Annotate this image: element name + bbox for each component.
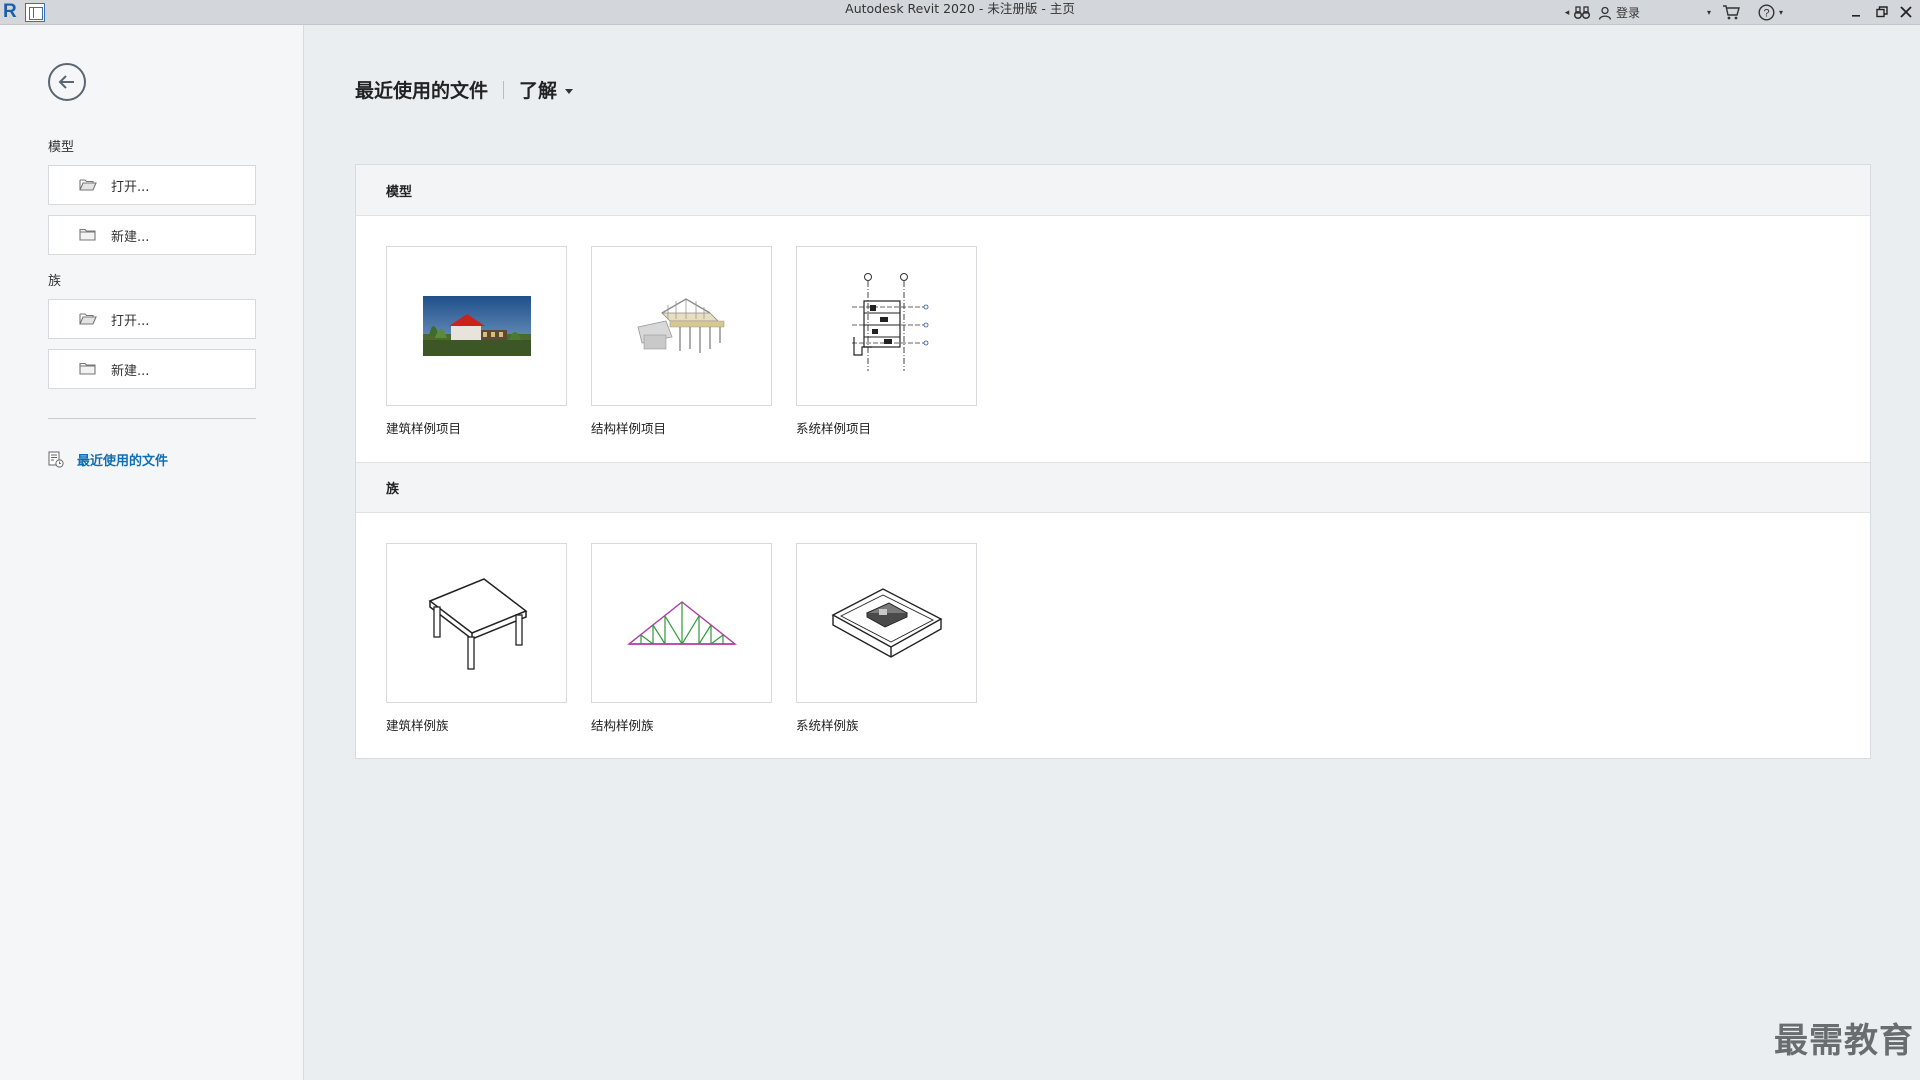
structure-sample-project[interactable]: 结构样例项目: [591, 246, 772, 437]
model-section-label: 模型: [48, 140, 75, 155]
new-folder-icon: [79, 362, 99, 376]
watermark-logo: 最需教育: [1774, 1021, 1914, 1061]
help-icon[interactable]: ?: [1758, 4, 1775, 21]
learn-tab[interactable]: 了解: [519, 76, 574, 103]
architecture-render-thumbnail: [386, 246, 567, 406]
user-icon[interactable]: [1596, 6, 1614, 20]
header-separator: [503, 80, 505, 99]
model-open-button[interactable]: 打开...: [48, 165, 256, 205]
system-sample-project[interactable]: 系统样例项目: [796, 246, 977, 437]
family-new-button[interactable]: 新建...: [48, 349, 256, 389]
family-new-label: 新建...: [111, 363, 150, 379]
sidebar: 模型 打开... 新建... 族 打开... 新建... 最近使用的文件: [0, 25, 304, 1080]
new-folder-icon: [79, 228, 99, 242]
titlebar-tools: ◂ 登录: [1562, 0, 1640, 25]
models-section-header: 模型: [356, 165, 1870, 216]
model-new-button[interactable]: 新建...: [48, 215, 256, 255]
truss-family-thumbnail: [591, 543, 772, 703]
card-label: 系统样例项目: [796, 421, 872, 436]
minimize-icon[interactable]: [1846, 2, 1866, 22]
structure-sample-family[interactable]: 结构样例族: [591, 543, 772, 734]
chevron-down-icon: [565, 89, 574, 94]
help-dropdown-icon[interactable]: ▾: [1779, 8, 1783, 17]
back-button[interactable]: [48, 63, 86, 101]
families-section-header: 族: [356, 462, 1870, 513]
recent-files-link[interactable]: 最近使用的文件: [48, 450, 168, 469]
open-folder-icon: [79, 178, 99, 192]
mep-system-thumbnail: [796, 246, 977, 406]
learn-tab-label: 了解: [519, 80, 558, 102]
binoculars-icon[interactable]: [1572, 5, 1592, 20]
close-icon[interactable]: [1896, 2, 1916, 22]
recent-files-panel: 模型 建筑样例项目 结构样例项目 系统样例项目 族 建筑样例族 结构样例族 系统…: [355, 164, 1871, 759]
collapse-left-icon[interactable]: ◂: [1562, 8, 1572, 18]
card-label: 结构样例族: [591, 718, 654, 733]
family-open-label: 打开...: [111, 313, 150, 329]
restore-icon[interactable]: [1872, 2, 1892, 22]
family-open-button[interactable]: 打开...: [48, 299, 256, 339]
recent-files-icon: [48, 451, 64, 468]
svg-text:?: ?: [1763, 8, 1769, 20]
sidebar-divider: [48, 418, 256, 419]
main-header: 最近使用的文件 了解: [355, 76, 574, 103]
system-tray-family-thumbnail: [796, 543, 977, 703]
login-dropdown-icon[interactable]: ▾: [1707, 8, 1711, 17]
page-title[interactable]: 最近使用的文件: [355, 76, 488, 103]
title-bar: R Autodesk Revit 2020 - 未注册版 - 主页 ◂ 登录 ▾…: [0, 0, 1920, 25]
structure-model-thumbnail: [591, 246, 772, 406]
open-folder-icon: [79, 312, 99, 326]
card-label: 建筑样例族: [386, 718, 449, 733]
card-label: 系统样例族: [796, 718, 859, 733]
card-label: 建筑样例项目: [386, 421, 462, 436]
family-section-label: 族: [48, 274, 62, 289]
card-label: 结构样例项目: [591, 421, 667, 436]
recent-files-label: 最近使用的文件: [77, 454, 169, 469]
system-sample-family[interactable]: 系统样例族: [796, 543, 977, 734]
arrow-left-icon: [58, 75, 74, 89]
architecture-sample-family[interactable]: 建筑样例族: [386, 543, 567, 734]
login-link[interactable]: 登录: [1616, 4, 1640, 21]
cart-icon[interactable]: [1722, 4, 1740, 20]
architecture-sample-project[interactable]: 建筑样例项目: [386, 246, 567, 437]
table-family-thumbnail: [386, 543, 567, 703]
model-new-label: 新建...: [111, 229, 150, 245]
model-open-label: 打开...: [111, 179, 150, 195]
